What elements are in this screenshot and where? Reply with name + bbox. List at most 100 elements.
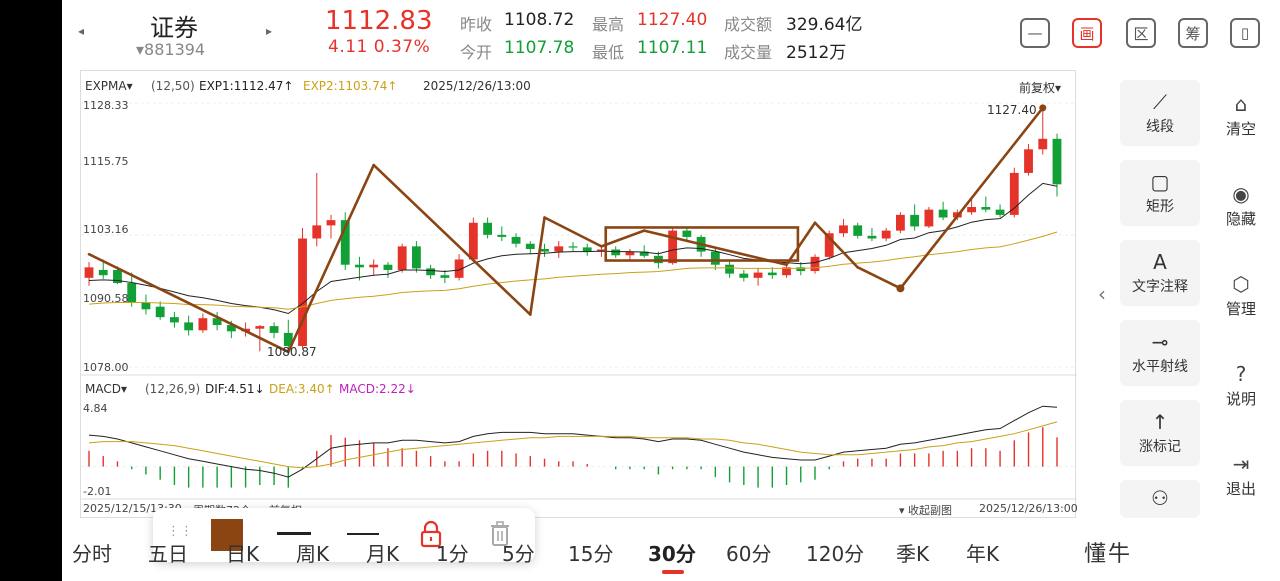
indicator-params: (12,50) <box>151 79 195 93</box>
macd-value: MACD:2.22↓ <box>339 382 416 396</box>
exit-icon: ⇥ <box>1232 452 1250 476</box>
y-tick: 1078.00 <box>83 361 129 374</box>
range-icon[interactable]: 区 <box>1126 18 1156 48</box>
candle-body <box>611 249 621 256</box>
rise-mark-tool[interactable]: ↑ 涨标记 <box>1120 400 1200 466</box>
tab-period[interactable]: 5分 <box>502 538 535 567</box>
quote-value: 1107.11 <box>637 38 708 58</box>
chart-panel[interactable]: EXPMA▾ (12,50) EXP1:1112.47↑ EXP2:1103.7… <box>80 70 1078 562</box>
manage-label: 管理 <box>1225 300 1256 318</box>
quote-value: 2512万 <box>786 43 847 63</box>
candle-body <box>98 269 108 276</box>
candle-body <box>554 246 564 252</box>
arrow-up-icon: ↑ <box>1151 410 1169 434</box>
quote-label: 昨收 <box>460 15 493 34</box>
draw-icon[interactable]: 画 <box>1072 18 1102 48</box>
tab-period[interactable]: 周K <box>296 538 329 567</box>
candle-body <box>853 225 863 236</box>
quote-label: 今开 <box>460 43 493 62</box>
stock-code[interactable]: ▾881394 <box>136 40 205 59</box>
eye-icon: ◉ <box>1232 182 1250 206</box>
candle-body <box>1038 138 1048 150</box>
tab-period[interactable]: 日K <box>226 538 259 567</box>
candle-body <box>568 246 578 248</box>
candle-body <box>924 209 934 227</box>
candle-body <box>198 318 208 331</box>
clear-button[interactable]: ⌂ 清空 <box>1202 92 1280 139</box>
rectangle-icon: ▢ <box>1150 170 1170 194</box>
dea-value: DEA:3.40↑ <box>269 382 335 396</box>
quote-label: 成交量 <box>724 43 773 62</box>
sub-indicator-params: (12,26,9) <box>145 382 201 396</box>
more-tool[interactable]: ⚇ <box>1120 480 1200 518</box>
hide-button[interactable]: ◉ 隐藏 <box>1202 182 1280 229</box>
drawn-segment <box>372 163 532 316</box>
exp1-value: EXP1:1112.47↑ <box>199 79 294 93</box>
exit-label: 退出 <box>1225 480 1256 498</box>
clear-label: 清空 <box>1225 120 1256 138</box>
tool-label: 水平射线 <box>1132 359 1188 375</box>
tool-label: 线段 <box>1146 119 1174 135</box>
tool-label: 矩形 <box>1146 199 1174 215</box>
drawn-segment <box>528 216 546 316</box>
drawn-anchor-point <box>896 284 905 293</box>
range-end: 2025/12/26/13:00 <box>979 502 1078 515</box>
chips-icon[interactable]: 筹 <box>1178 18 1208 48</box>
minimize-icon[interactable]: — <box>1020 18 1050 48</box>
tab-period-active[interactable]: 30分 <box>648 538 696 567</box>
quote-value: 1108.72 <box>504 10 575 30</box>
candle-body <box>938 209 948 218</box>
candle-body <box>739 273 749 278</box>
candle-body <box>582 247 592 252</box>
help-button[interactable]: ? 说明 <box>1202 362 1280 409</box>
tool-label: 文字注释 <box>1132 279 1188 295</box>
tab-period[interactable]: 月K <box>366 538 399 567</box>
candle-body <box>867 235 877 239</box>
drawn-anchor-point <box>1039 104 1047 112</box>
candle-body <box>981 207 991 210</box>
y-tick: 1090.58 <box>83 292 129 305</box>
tab-period[interactable]: 1分 <box>436 538 469 567</box>
horizontal-ray-tool[interactable]: ⊸ 水平射线 <box>1120 320 1200 386</box>
candle-body <box>255 326 265 329</box>
collapse-subchart-button[interactable]: ▾ 收起副图 <box>899 502 952 518</box>
dea-line <box>88 421 1058 469</box>
tab-period[interactable]: 季K <box>896 538 929 567</box>
tab-period[interactable]: 120分 <box>806 538 864 567</box>
adjust-select[interactable]: 前复权▾ <box>1019 79 1061 96</box>
tab-period[interactable]: 五日 <box>148 538 188 567</box>
candle-body <box>468 222 478 260</box>
macd-y-bottom: -2.01 <box>83 485 112 498</box>
dif-value: DIF:4.51↓ <box>205 382 265 396</box>
tab-period[interactable]: 分时 <box>72 538 112 567</box>
stock-name: 证券 <box>150 14 198 42</box>
stock-chart-app: ◂ ▸ 证券 ▾881394 1112.83 4.11 0.37% 昨收 110… <box>62 0 1280 581</box>
candle-body <box>910 214 920 227</box>
sub-indicator-select[interactable]: MACD▾ <box>85 382 127 396</box>
tab-period[interactable]: 年K <box>966 538 999 567</box>
exit-button[interactable]: ⇥ 退出 <box>1202 452 1280 499</box>
chart-canvas[interactable] <box>81 71 1077 519</box>
next-stock-icon[interactable]: ▸ <box>266 24 272 38</box>
candle-body <box>881 230 891 239</box>
prev-stock-icon[interactable]: ◂ <box>78 24 84 38</box>
last-price: 1112.83 <box>325 6 433 36</box>
indicator-select[interactable]: EXPMA▾ <box>85 79 133 93</box>
tab-period[interactable]: 15分 <box>568 538 613 567</box>
candle-body <box>184 322 194 331</box>
segment-tool[interactable]: ⟋ 线段 <box>1120 80 1200 146</box>
candle-body <box>725 264 735 274</box>
fullscreen-icon[interactable]: ▯ <box>1230 18 1260 48</box>
high-label: 1127.40 <box>987 103 1037 117</box>
exp2-value: EXP2:1103.74↑ <box>303 79 398 93</box>
quote-label: 最低 <box>592 43 625 62</box>
text-tool[interactable]: A 文字注释 <box>1120 240 1200 306</box>
quote-label: 成交额 <box>724 15 773 34</box>
rectangle-tool[interactable]: ▢ 矩形 <box>1120 160 1200 226</box>
manage-button[interactable]: ⬡ 管理 <box>1202 272 1280 319</box>
candle-body <box>1024 149 1033 173</box>
candle-body <box>511 236 521 244</box>
quote-label: 最高 <box>592 15 625 34</box>
quote-value: 329.64亿 <box>786 15 863 35</box>
tab-period[interactable]: 60分 <box>726 538 771 567</box>
